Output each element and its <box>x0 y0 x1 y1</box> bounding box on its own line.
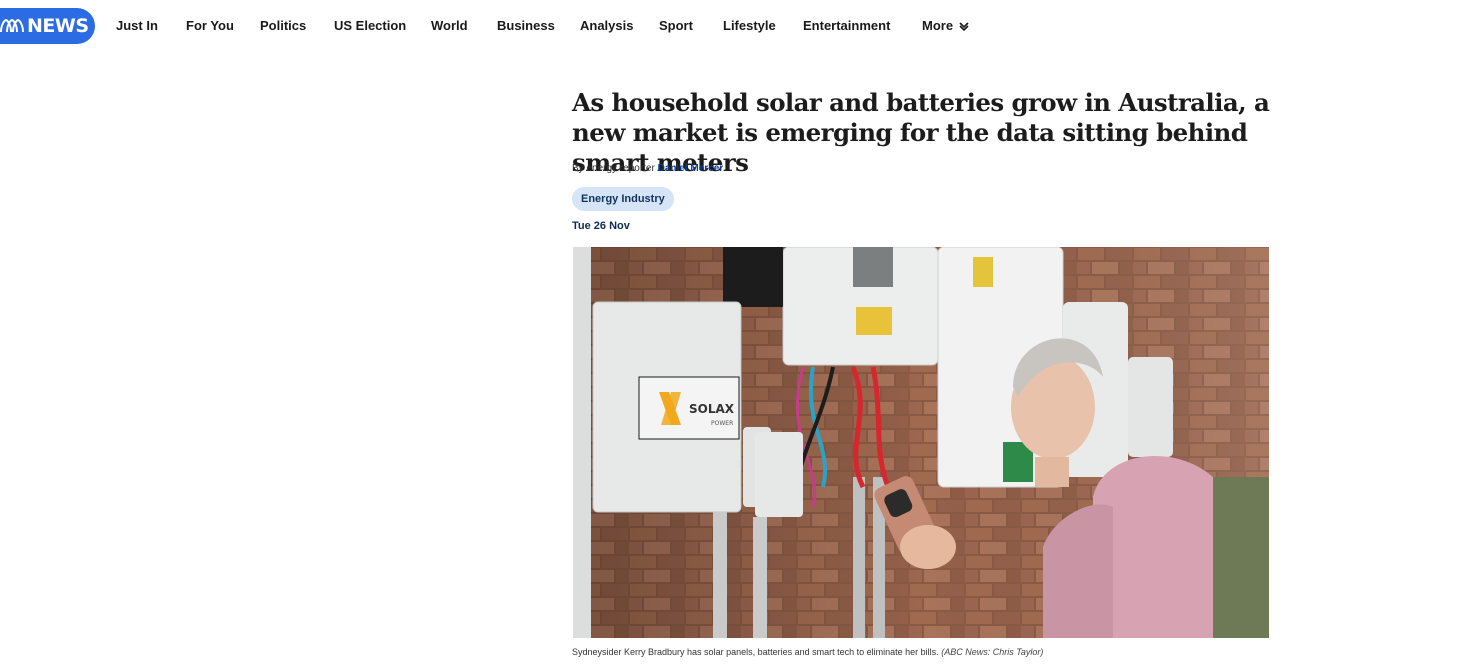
nav-item-sport[interactable]: Sport <box>659 17 693 34</box>
nav-item-business[interactable]: Business <box>497 17 555 34</box>
publish-date: Tue 26 Nov <box>572 220 630 232</box>
abc-logo-icon <box>0 19 24 33</box>
nav-item-analysis[interactable]: Analysis <box>580 17 633 34</box>
nav-item-politics[interactable]: Politics <box>260 17 306 34</box>
inverter-sub-text: POWER <box>711 420 733 427</box>
nav-item-world[interactable]: World <box>431 17 468 34</box>
topic-tag[interactable]: Energy Industry <box>572 187 674 211</box>
nav-more-label: More <box>922 18 954 33</box>
nav-item-just-in[interactable]: Just In <box>116 17 158 34</box>
nav-item-us-election[interactable]: US Election <box>334 17 406 34</box>
nav-more-button[interactable]: More <box>922 17 969 34</box>
chevron-down-icon <box>959 21 969 31</box>
nav-item-lifestyle[interactable]: Lifestyle <box>723 17 776 34</box>
abc-news-logo[interactable]: NEWS <box>0 8 95 44</box>
caption-credit: (ABC News: Chris Taylor) <box>941 647 1044 657</box>
byline: By energy reporter Daniel Mercer <box>572 163 723 174</box>
hero-image: SOLAX POWER <box>573 247 1269 638</box>
nav-item-entertainment[interactable]: Entertainment <box>803 17 890 34</box>
caption-text: Sydneysider Kerry Bradbury has solar pan… <box>572 647 939 657</box>
image-caption: Sydneysider Kerry Bradbury has solar pan… <box>572 647 1043 657</box>
author-link[interactable]: Daniel Mercer <box>658 163 724 174</box>
nav-item-for-you[interactable]: For You <box>186 17 234 34</box>
logo-text: NEWS <box>27 15 89 37</box>
byline-prefix: By energy reporter <box>572 163 655 174</box>
inverter-brand-text: SOLAX <box>689 402 735 416</box>
top-navigation: NEWS Just In For You Politics US Electio… <box>0 0 1459 52</box>
